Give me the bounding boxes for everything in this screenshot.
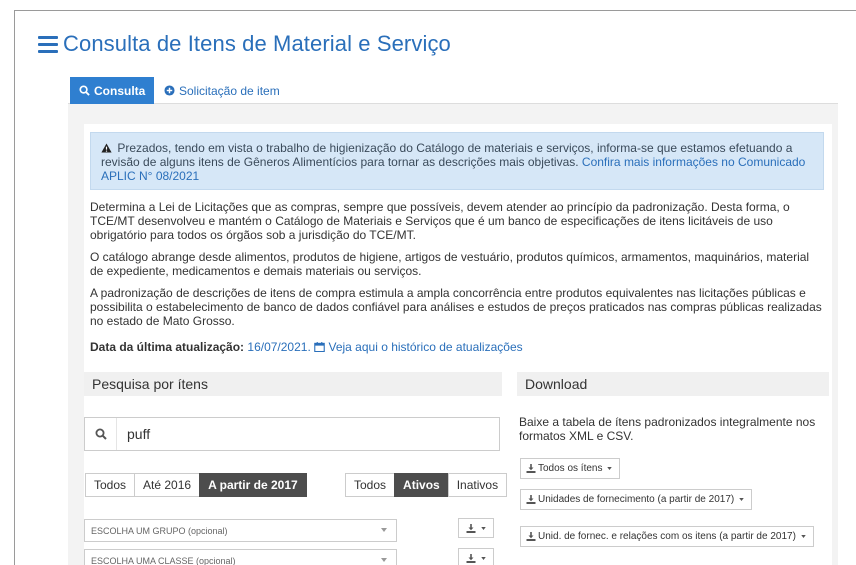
plus-circle-icon — [164, 85, 175, 96]
download-description: Baixe a tabela de ítens padronizados int… — [519, 415, 816, 443]
caret-down-icon — [481, 526, 486, 530]
search-input[interactable] — [117, 426, 487, 442]
group-download-button[interactable] — [458, 518, 494, 538]
search-icon — [79, 85, 90, 96]
standardization-paragraph: A padronização de descrições de itens de… — [90, 286, 822, 328]
search-box — [84, 417, 500, 451]
caret-down-icon — [607, 467, 613, 470]
search-section-heading: Pesquisa por ítens — [84, 372, 502, 396]
download-icon — [466, 553, 476, 563]
download-button-label: Unidades de fornecimento (a partir de 20… — [538, 494, 735, 505]
catalog-paragraph: O catálogo abrange desde alimentos, prod… — [90, 250, 810, 278]
download-button-label: Unid. de fornec. e relações com os itens… — [538, 531, 796, 542]
filter-year-from-2017[interactable]: A partir de 2017 — [199, 473, 307, 497]
last-update-date: 16/07/2021. — [247, 340, 311, 354]
intro-paragraph: Determina a Lei de Licitações que as com… — [90, 200, 790, 242]
caret-down-icon — [481, 556, 486, 560]
history-link[interactable]: Veja aqui o histórico de atualizações — [328, 340, 522, 354]
content-panel: Prezados, tendo em vista o trabalho de h… — [68, 104, 838, 565]
download-supply-units-button[interactable]: Unidades de fornecimento (a partir de 20… — [520, 489, 753, 510]
filter-year-until-2016[interactable]: Até 2016 — [134, 473, 201, 497]
download-all-items-button[interactable]: Todos os ítens — [520, 458, 621, 479]
download-button-label: Todos os ítens — [538, 463, 603, 474]
page-title: Consulta de Itens de Material e Serviço — [63, 31, 451, 56]
group-select[interactable]: ESCOLHA UM GRUPO (opcional) — [84, 519, 397, 542]
caret-down-icon — [801, 535, 806, 538]
filter-status-all[interactable]: Todos — [345, 473, 396, 497]
download-icon — [466, 523, 476, 533]
class-select-value: ESCOLHA UMA CLASSE (opcional) — [91, 555, 236, 565]
page-header: Consulta de Itens de Material e Serviço — [38, 28, 451, 60]
tab-solicitacao[interactable]: Solicitação de item — [164, 77, 280, 104]
download-units-relations-button[interactable]: Unid. de fornec. e relações com os itens… — [520, 526, 814, 547]
caret-down-icon — [739, 498, 744, 501]
tab-bar: Consulta Solicitação de item — [68, 72, 838, 104]
tab-consulta[interactable]: Consulta — [70, 77, 155, 104]
search-icon — [85, 418, 117, 450]
tab-label: Solicitação de item — [179, 83, 280, 98]
warning-icon — [101, 143, 112, 153]
download-icon — [526, 464, 536, 473]
download-icon — [526, 532, 536, 541]
status-filter-group: Todos Ativos Inativos — [345, 473, 508, 497]
menu-icon[interactable] — [38, 35, 58, 53]
info-alert: Prezados, tendo em vista o trabalho de h… — [90, 132, 824, 190]
tab-label: Consulta — [94, 83, 146, 98]
last-update-label: Data da última atualização: — [90, 340, 245, 354]
caret-down-icon — [381, 528, 387, 532]
download-section-heading: Download — [517, 372, 829, 396]
filter-year-all[interactable]: Todos — [85, 473, 136, 497]
calendar-icon — [314, 342, 325, 353]
caret-down-icon — [381, 558, 387, 562]
class-select[interactable]: ESCOLHA UMA CLASSE (opcional) — [84, 549, 397, 565]
group-select-value: ESCOLHA UM GRUPO (opcional) — [91, 525, 228, 536]
filter-status-active[interactable]: Ativos — [394, 473, 449, 497]
last-update-line: Data da última atualização: 16/07/2021. … — [90, 340, 832, 354]
year-filter-group: Todos Até 2016 A partir de 2017 — [85, 473, 307, 497]
download-icon — [526, 495, 536, 504]
content-area: Prezados, tendo em vista o trabalho de h… — [84, 124, 832, 565]
class-download-button[interactable] — [458, 548, 494, 565]
filter-status-inactive[interactable]: Inativos — [447, 473, 508, 497]
